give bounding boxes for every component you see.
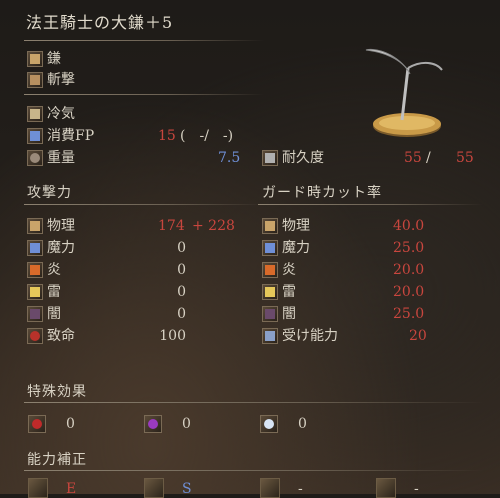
weight-icon — [27, 150, 43, 166]
attack-bonus: + 228 — [192, 218, 235, 234]
attack-heading: 攻撃力 — [27, 185, 72, 201]
weapon-name: 法王騎士の大鎌＋5 — [26, 13, 174, 32]
attack-label: 雷 — [47, 284, 61, 300]
special-heading: 特殊効果 — [27, 384, 87, 400]
guard-dark-icon — [262, 306, 278, 322]
weapon-type-icon — [27, 51, 43, 67]
magic-icon — [27, 240, 43, 256]
weight-label: 重量 — [47, 150, 75, 166]
title-divider — [24, 40, 264, 41]
frost-value: 0 — [298, 416, 307, 432]
stability-icon — [262, 328, 278, 344]
weapon-image — [362, 40, 452, 140]
faith-grade: - — [414, 481, 419, 497]
durability-slash: / — [426, 150, 431, 166]
attack-type: 斬撃 — [47, 72, 75, 88]
scaling-heading: 能力補正 — [27, 452, 87, 468]
dexterity-grade: S — [182, 481, 192, 497]
fp-icon — [27, 128, 43, 144]
lightning-icon — [27, 284, 43, 300]
attack-value: 0 — [177, 284, 186, 300]
guard-label: 魔力 — [282, 240, 310, 256]
durability-label: 耐久度 — [282, 150, 324, 166]
intelligence-icon — [260, 478, 280, 498]
guard-heading: ガード時カット率 — [262, 185, 382, 201]
guard-value: 25.0 — [393, 306, 425, 322]
fp-value: 15 — [158, 128, 176, 144]
durability-icon — [262, 150, 278, 166]
guard-divider — [258, 204, 483, 205]
durability-value: 55 — [404, 150, 422, 166]
type-divider — [24, 94, 264, 95]
guard-value: 25.0 — [393, 240, 425, 256]
fp-extra: ( -/ -) — [180, 128, 234, 144]
guard-value: 20 — [409, 328, 427, 344]
weapon-skill: 冷気 — [47, 106, 75, 122]
strength-grade: E — [66, 481, 77, 497]
guard-label: 闇 — [282, 306, 296, 322]
guard-label: 雷 — [282, 284, 296, 300]
faith-icon — [376, 478, 396, 498]
attack-label: 魔力 — [47, 240, 75, 256]
attack-value: 100 — [159, 328, 186, 344]
poison-icon — [144, 415, 162, 433]
guard-lightning-icon — [262, 284, 278, 300]
intelligence-grade: - — [298, 481, 303, 497]
special-divider — [24, 402, 484, 403]
scaling-divider — [24, 470, 484, 471]
attack-label: 闇 — [47, 306, 61, 322]
attack-label: 物理 — [47, 218, 75, 234]
guard-label: 受け能力 — [282, 328, 338, 344]
strength-icon — [28, 478, 48, 498]
guard-physical-icon — [262, 218, 278, 234]
frost-icon — [260, 415, 278, 433]
poison-value: 0 — [182, 416, 191, 432]
physical-icon — [27, 218, 43, 234]
attack-value: 0 — [177, 306, 186, 322]
guard-label: 物理 — [282, 218, 310, 234]
skill-icon — [27, 106, 43, 122]
fire-icon — [27, 262, 43, 278]
guard-value: 20.0 — [393, 262, 425, 278]
weight-value: 7.5 — [218, 150, 241, 166]
bleed-icon — [28, 415, 46, 433]
attack-value: 0 — [177, 240, 186, 256]
weapon-type: 鎌 — [47, 51, 61, 67]
guard-fire-icon — [262, 262, 278, 278]
attack-type-icon — [27, 72, 43, 88]
attack-label: 炎 — [47, 262, 61, 278]
durability-max: 55 — [456, 150, 474, 166]
attack-value: 0 — [177, 262, 186, 278]
dark-icon — [27, 306, 43, 322]
fp-label: 消費FP — [47, 128, 95, 144]
critical-icon — [27, 328, 43, 344]
bleed-value: 0 — [66, 416, 75, 432]
attack-divider — [24, 204, 264, 205]
guard-label: 炎 — [282, 262, 296, 278]
guard-value: 20.0 — [393, 284, 425, 300]
guard-value: 40.0 — [393, 218, 425, 234]
attack-value: 174 — [158, 218, 185, 234]
dexterity-icon — [144, 478, 164, 498]
guard-magic-icon — [262, 240, 278, 256]
attack-label: 致命 — [47, 328, 75, 344]
